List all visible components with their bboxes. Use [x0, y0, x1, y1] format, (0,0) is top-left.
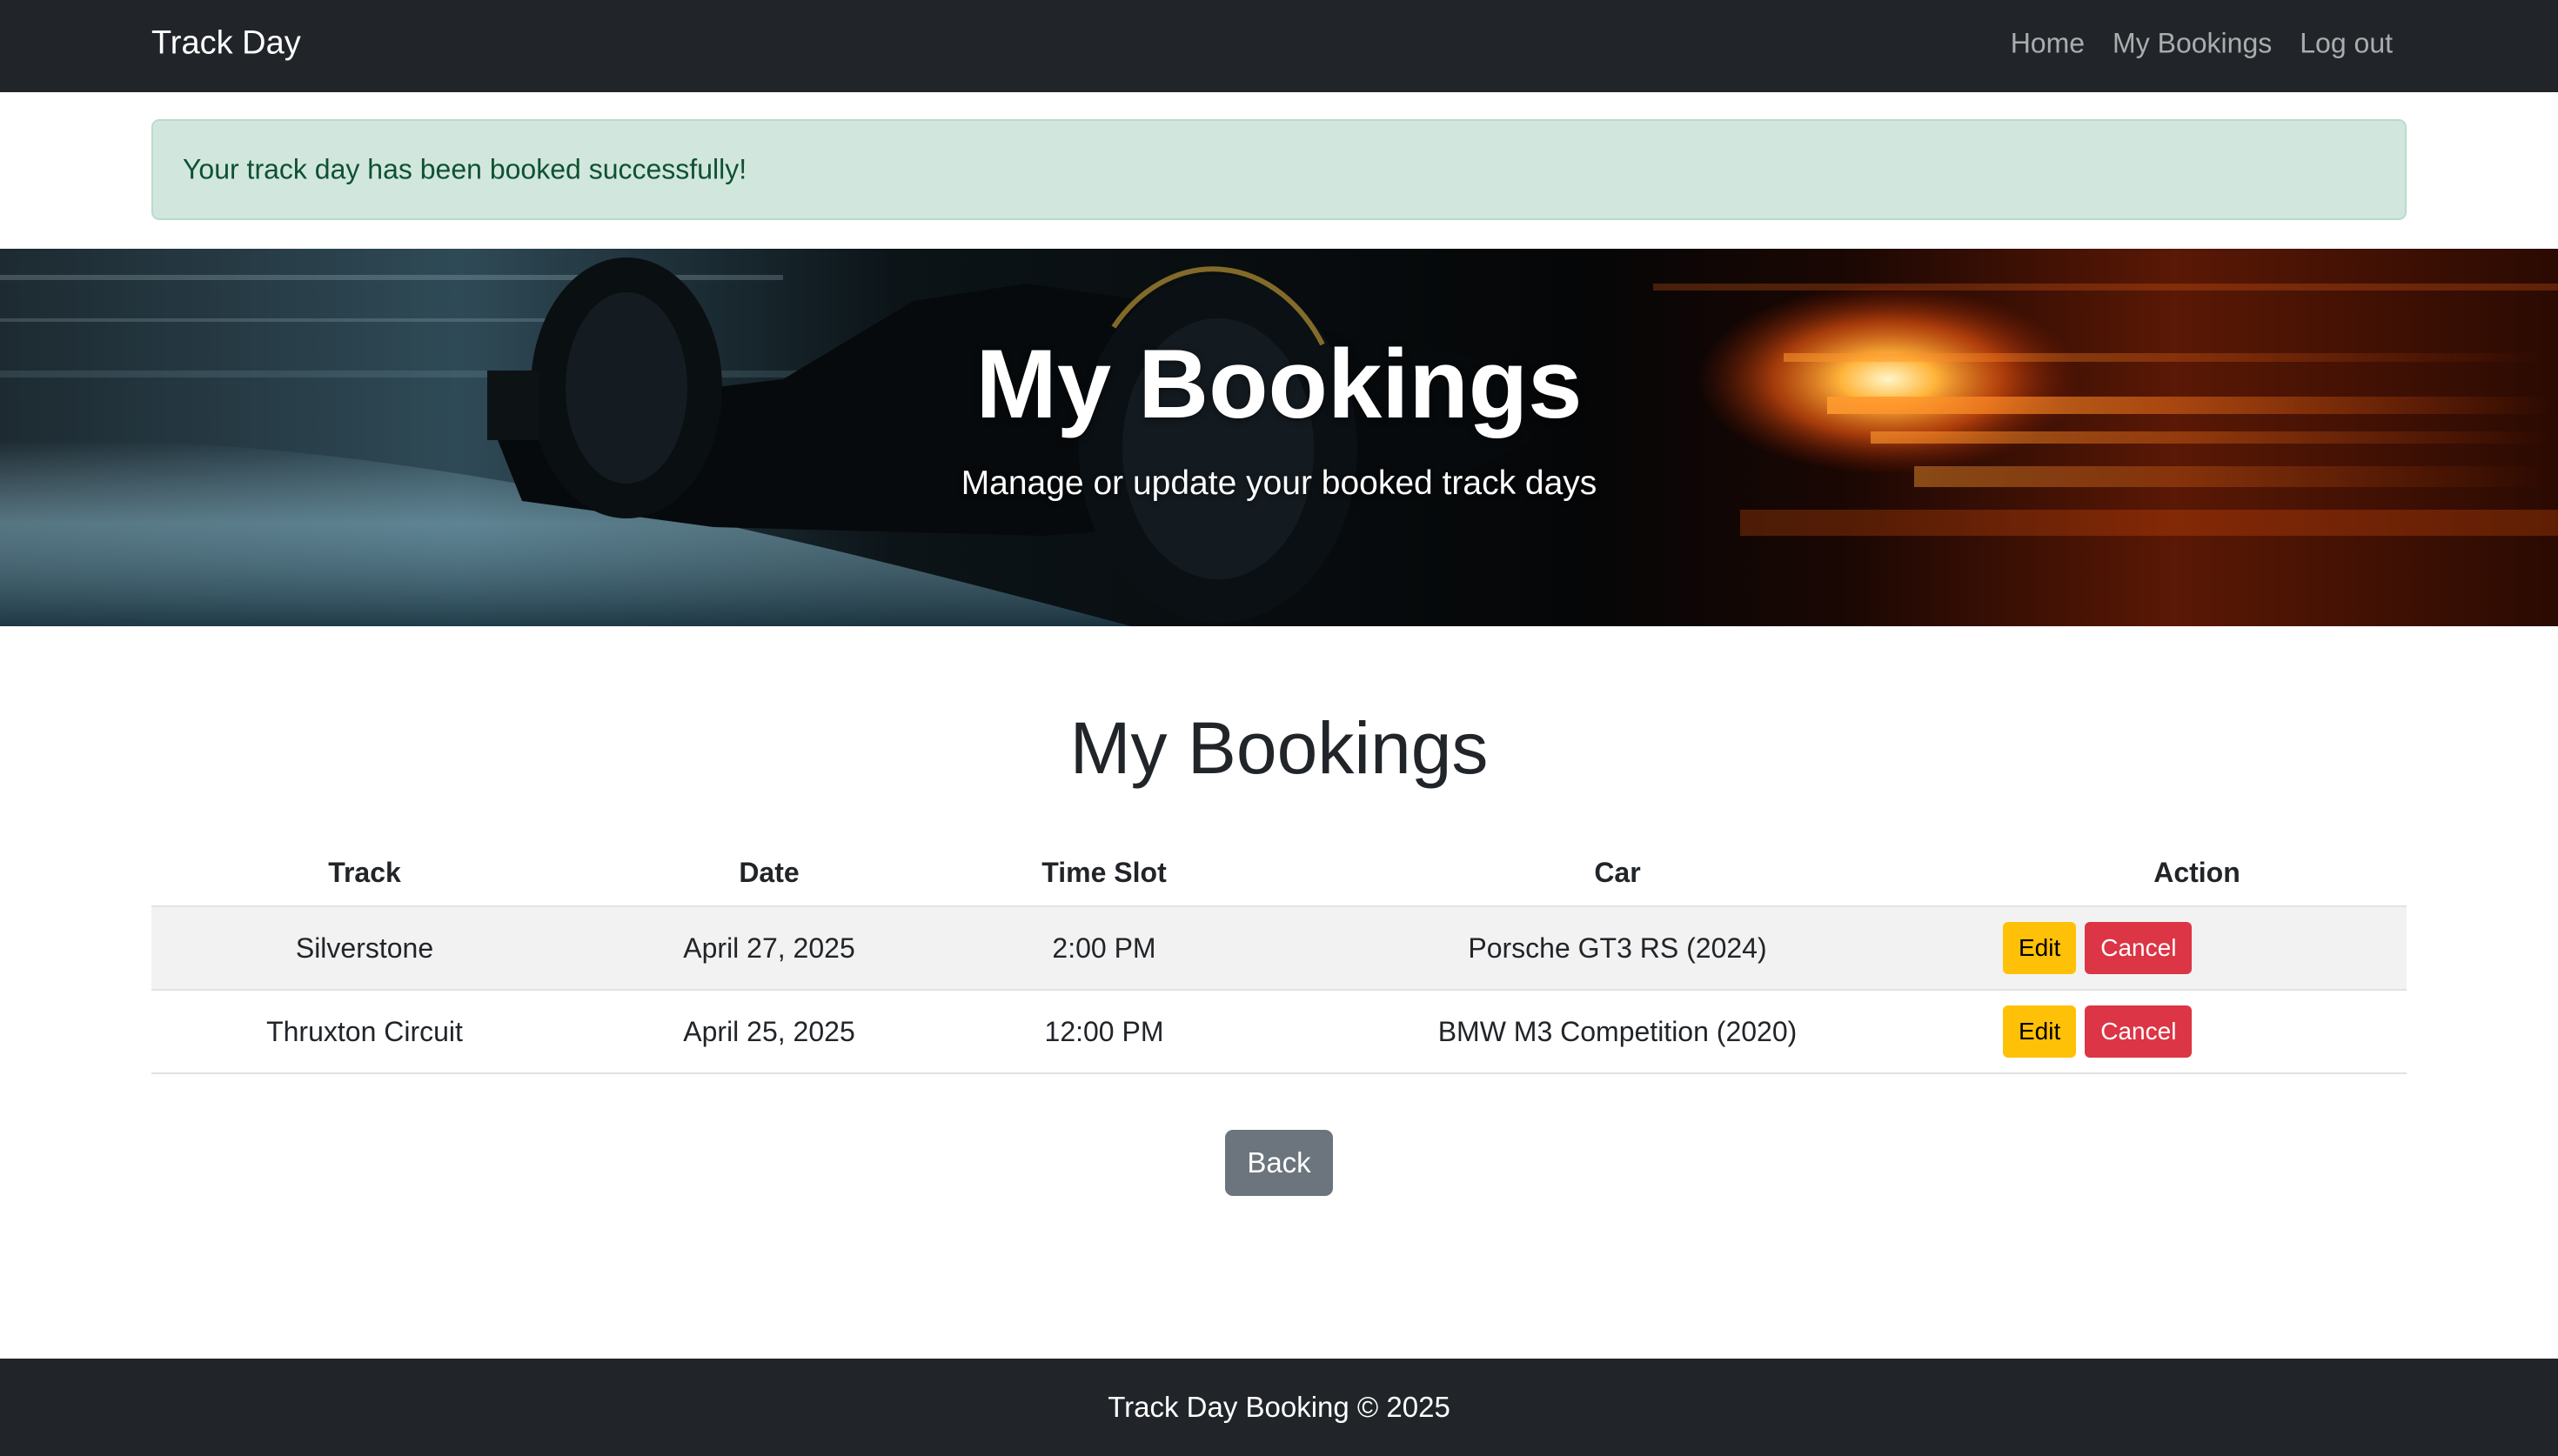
booking-car: BMW M3 Competition (2020)	[1248, 990, 1987, 1074]
column-header-action: Action	[1987, 840, 2407, 907]
top-navbar: Track Day Home My Bookings Log out	[0, 0, 2558, 92]
booking-time-slot: 2:00 PM	[961, 906, 1248, 991]
back-button[interactable]: Back	[1225, 1130, 1333, 1196]
column-header-date: Date	[578, 840, 961, 907]
table-header-row: Track Date Time Slot Car Action	[151, 840, 2407, 907]
footer-text: Track Day Booking © 2025	[1108, 1391, 1450, 1423]
page-title: My Bookings	[1069, 707, 1489, 789]
booking-track: Silverstone	[151, 906, 578, 991]
column-header-time-slot: Time Slot	[961, 840, 1248, 907]
brand-link[interactable]: Track Day	[151, 25, 301, 63]
booking-time-slot: 12:00 PM	[961, 990, 1248, 1074]
success-alert: Your track day has been booked successfu…	[151, 119, 2407, 220]
column-header-car: Car	[1248, 840, 1987, 907]
booking-actions: Edit Cancel	[1987, 990, 2407, 1074]
edit-button[interactable]: Edit	[2003, 922, 2077, 974]
cancel-button[interactable]: Cancel	[2085, 1005, 2193, 1058]
hero-subtitle: Manage or update your booked track days	[961, 464, 1597, 502]
table-row: Silverstone April 27, 2025 2:00 PM Porsc…	[151, 906, 2407, 991]
nav-links: Home My Bookings Log out	[2011, 28, 2393, 60]
booking-car: Porsche GT3 RS (2024)	[1248, 906, 1987, 991]
booking-date: April 25, 2025	[578, 990, 961, 1074]
edit-button[interactable]: Edit	[2003, 1005, 2077, 1058]
bookings-table: Track Date Time Slot Car Action Silverst…	[151, 840, 2407, 1074]
success-alert-message: Your track day has been booked successfu…	[183, 153, 747, 185]
nav-link-home[interactable]: Home	[2011, 28, 2085, 60]
booking-actions: Edit Cancel	[1987, 906, 2407, 991]
page-footer: Track Day Booking © 2025	[0, 1359, 2558, 1456]
booking-track: Thruxton Circuit	[151, 990, 578, 1074]
cancel-button[interactable]: Cancel	[2085, 922, 2193, 974]
nav-link-my-bookings[interactable]: My Bookings	[2113, 28, 2272, 60]
booking-date: April 27, 2025	[578, 906, 961, 991]
column-header-track: Track	[151, 840, 578, 907]
nav-link-log-out[interactable]: Log out	[2300, 28, 2393, 60]
hero-title: My Bookings	[975, 330, 1583, 438]
table-row: Thruxton Circuit April 25, 2025 12:00 PM…	[151, 990, 2407, 1074]
